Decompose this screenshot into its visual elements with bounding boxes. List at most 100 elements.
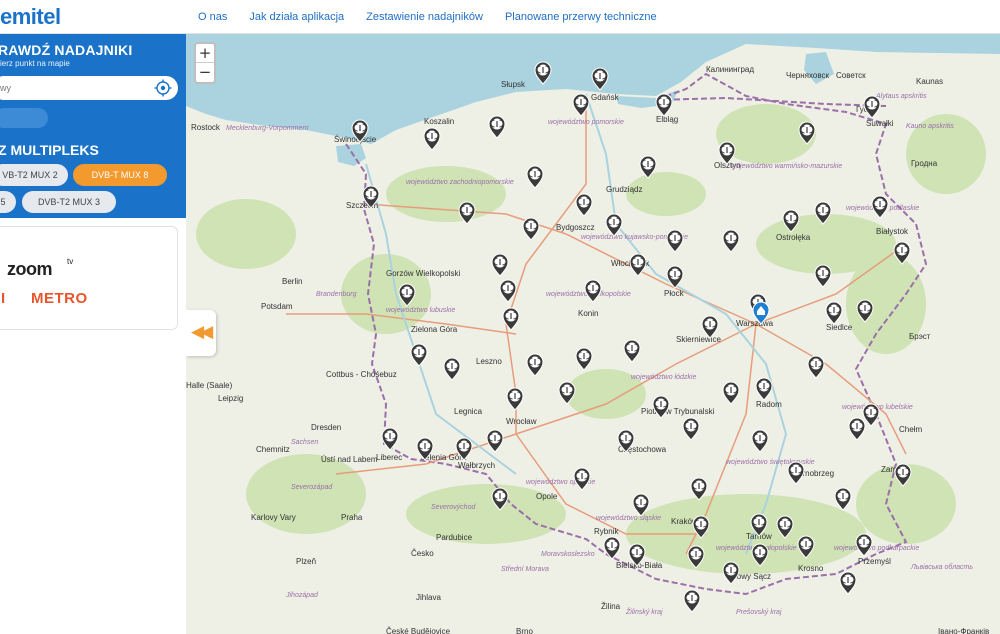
place-label: Alytaus apskritis <box>875 93 927 100</box>
channel-logo-zoom: zoom <box>7 259 53 279</box>
place-label: województwo warmińsko-mazurskie <box>731 163 842 170</box>
top-bar: emitel O nas Jak działa aplikacja Zestaw… <box>0 0 1000 34</box>
place-label: Legnica <box>454 407 483 416</box>
place-label: Kauno apskritis <box>906 123 954 130</box>
mux-button-partial[interactable]: 5 <box>0 191 16 213</box>
place-label: Liberec <box>376 453 402 462</box>
place-label: Grudziądz <box>606 185 642 194</box>
sidebar: RAWDŹ NADAJNIKI ierz punkt na mapie Z MU… <box>0 34 186 634</box>
panel-title: RAWDŹ NADAJNIKI <box>0 42 133 58</box>
chevron-double-left-icon: ◀◀ <box>191 322 213 342</box>
place-label: Česko <box>411 549 434 558</box>
place-label: Львівська область <box>910 563 973 571</box>
zoom-control: + − <box>194 42 216 84</box>
place-label: Siedlce <box>826 323 853 332</box>
place-label: Radom <box>756 400 782 409</box>
place-label: Brno <box>516 627 533 634</box>
place-label: Калининград <box>706 65 754 74</box>
place-label: Leszno <box>476 357 502 366</box>
channel-logo-zoom-tv: tv <box>67 257 74 266</box>
place-label: Cottbus - Chóśebuz <box>326 370 397 379</box>
place-label: Brandenburg <box>316 291 357 298</box>
place-label: Skierniewice <box>676 335 721 344</box>
place-label: Severozápad <box>291 484 333 491</box>
place-label: Płock <box>664 289 685 298</box>
place-label: województwo łódzkie <box>631 374 696 381</box>
channels-card: zoom tv I METRO <box>0 226 178 330</box>
nav-link-maintenance[interactable]: Planowane przerwy techniczne <box>505 11 657 23</box>
place-label: Ostrołęka <box>776 233 811 242</box>
place-label: Białystok <box>876 227 909 236</box>
place-label: Suwałki <box>866 119 894 128</box>
emitel-logo[interactable]: emitel <box>0 4 61 30</box>
place-label: Střední Morava <box>501 566 549 573</box>
place-label: Брэст <box>909 332 931 341</box>
place-label: České Budějovice <box>386 627 451 634</box>
mux-button-dvbt2-mux2[interactable]: VB-T2 MUX 2 <box>0 164 68 186</box>
place-label: Chemnitz <box>256 445 290 454</box>
mux-button-dvbt2-mux3[interactable]: DVB-T2 MUX 3 <box>22 191 116 213</box>
place-label: Leipzig <box>218 394 243 403</box>
place-label: Karlovy Vary <box>251 513 296 522</box>
place-label: Ústí nad Labem <box>321 455 378 464</box>
place-label: województwo pomorskie <box>548 119 624 126</box>
place-label: Bydgoszcz <box>556 223 595 232</box>
place-label: Krosno <box>798 564 824 573</box>
channel-logo-partial: I <box>1 290 6 307</box>
nav-link-about[interactable]: O nas <box>198 11 227 23</box>
mux-button-dvbt-mux8[interactable]: DVB-T MUX 8 <box>73 164 167 186</box>
place-label: Warszawa <box>736 319 774 328</box>
place-label: Potsdam <box>261 302 293 311</box>
nav-link-transmitters-list[interactable]: Zestawienie nadajników <box>366 11 483 23</box>
channel-logo-metro: METRO <box>31 290 88 307</box>
place-label: Dresden <box>311 423 341 432</box>
nav-link-how-it-works[interactable]: Jak działa aplikacja <box>249 11 344 23</box>
panel-subtitle: ierz punkt na mapie <box>0 59 70 68</box>
place-label: Jihozápad <box>285 592 319 599</box>
place-label: Gdańsk <box>591 93 620 102</box>
place-label: Rostock <box>191 123 221 132</box>
place-label: Severovýchod <box>431 504 476 511</box>
place-label: Советск <box>836 71 866 80</box>
mux-section-title: Z MULTIPLEKS <box>0 142 99 158</box>
place-label: województwo śląskie <box>596 515 661 522</box>
locate-icon[interactable] <box>154 79 172 97</box>
place-label: Pardubice <box>436 533 473 542</box>
place-label: Žilinský kraj <box>625 607 663 616</box>
place-label: Гродна <box>911 159 938 168</box>
main-nav: O nas Jak działa aplikacja Zestawienie n… <box>198 0 657 34</box>
place-label: Koszalin <box>424 117 454 126</box>
place-label: Wrocław <box>506 417 537 426</box>
place-label: Івано-Франків <box>938 627 989 634</box>
place-label: Gorzów Wielkopolski <box>386 269 460 278</box>
zoom-out-button[interactable]: − <box>196 63 214 82</box>
place-label: Kaunas <box>916 77 943 86</box>
place-label: województwo podkarpackie <box>834 545 919 552</box>
place-label: Słupsk <box>501 80 526 89</box>
place-label: Plzeň <box>296 557 316 566</box>
place-label: Žilina <box>601 602 621 611</box>
place-label: Halle (Saale) <box>186 381 233 390</box>
search-panel: RAWDŹ NADAJNIKI ierz punkt na mapie Z MU… <box>0 34 186 218</box>
place-label: województwo zachodniopomorskie <box>406 179 514 186</box>
place-label: Berlin <box>282 277 302 286</box>
place-label: Jihlava <box>416 593 441 602</box>
search-box <box>0 76 178 100</box>
place-label: Konin <box>578 309 598 318</box>
place-label: Черняховск <box>786 71 830 80</box>
place-label: Chełm <box>899 425 922 434</box>
place-label: Zielona Góra <box>411 325 458 334</box>
place-label: Praha <box>341 513 363 522</box>
map-canvas[interactable]: Słupsk Gdańsk Elbląg Калининград Черняховск С… <box>186 34 1000 634</box>
place-label: Opole <box>536 492 558 501</box>
search-button[interactable] <box>0 108 48 128</box>
search-input[interactable] <box>0 76 150 100</box>
collapse-sidebar-button[interactable]: ◀◀ <box>186 310 216 356</box>
place-label: Moravskoslezsko <box>541 551 595 558</box>
map[interactable]: Słupsk Gdańsk Elbląg Калининград Черняховск С… <box>186 34 1000 634</box>
place-label: Mecklenburg-Vorpommern <box>226 125 309 132</box>
place-label: Rybnik <box>594 527 619 536</box>
zoom-in-button[interactable]: + <box>196 44 214 63</box>
place-label: województwo lubuskie <box>386 307 455 314</box>
place-label: Sachsen <box>291 439 318 446</box>
